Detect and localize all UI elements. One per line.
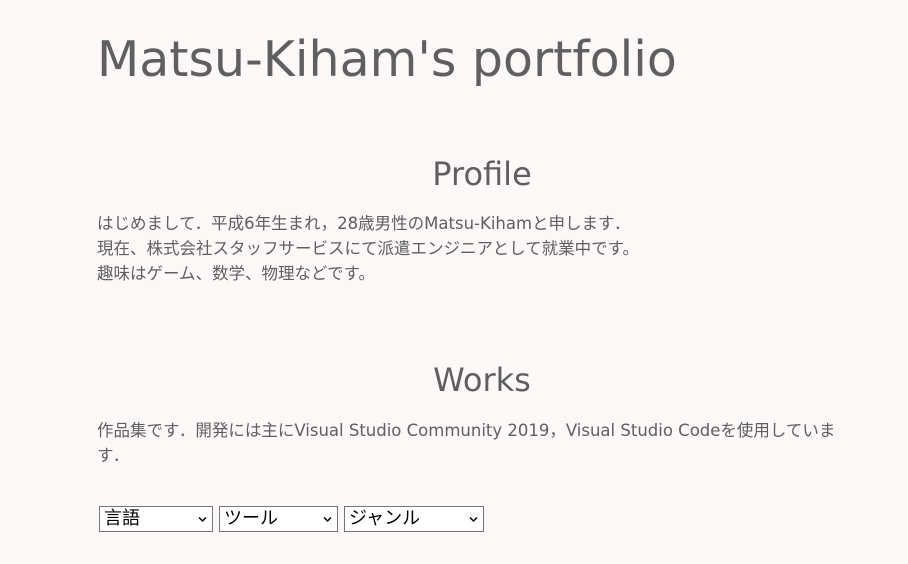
chevron-down-icon: [469, 516, 478, 523]
profile-heading: Profile: [432, 155, 532, 193]
genre-select-value: ジャンル: [349, 508, 421, 529]
works-heading: Works: [433, 361, 531, 399]
language-select[interactable]: 言語: [99, 506, 213, 532]
language-select-value: 言語: [104, 508, 140, 529]
genre-select[interactable]: ジャンル: [344, 506, 484, 532]
page-title: Matsu-Kiham's portfolio: [97, 31, 677, 88]
tool-select-value: ツール: [224, 508, 278, 529]
works-description: 作品集です．開発には主にVisual Studio Community 2019…: [97, 421, 836, 465]
profile-line: はじめまして．平成6年生まれ，28歳男性のMatsu-Kihamと申します．: [97, 214, 631, 233]
profile-line: 現在、株式会社スタッフサービスにて派遣エンジニアとして就業中です。: [97, 239, 640, 258]
profile-text: はじめまして．平成6年生まれ，28歳男性のMatsu-Kihamと申します． 現…: [97, 211, 867, 286]
works-filter-bar: 言語 ツール ジャンル: [99, 506, 484, 532]
chevron-down-icon: [198, 516, 207, 523]
tool-select[interactable]: ツール: [219, 506, 338, 532]
chevron-down-icon: [323, 516, 332, 523]
profile-line: 趣味はゲーム、数学、物理などです。: [97, 264, 376, 283]
